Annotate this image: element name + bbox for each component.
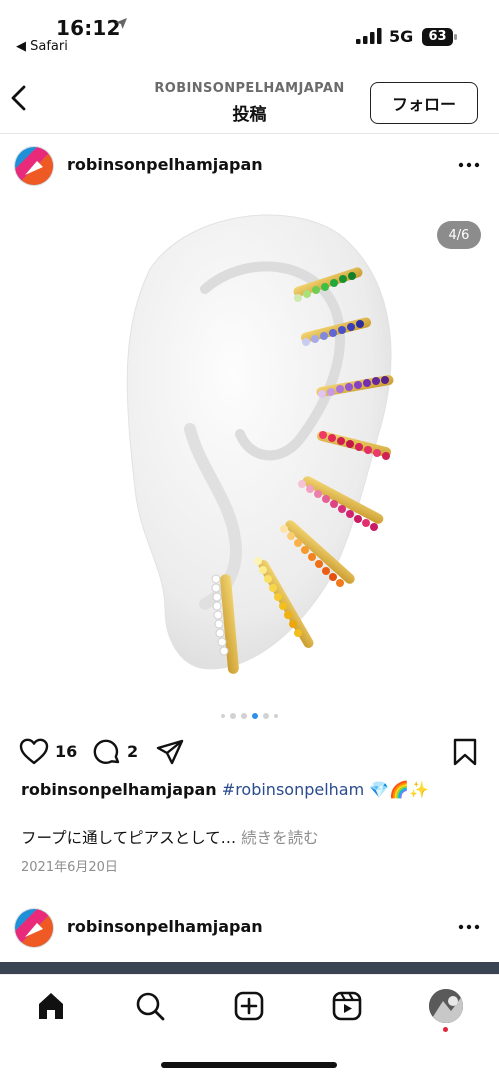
cellular-signal-icon — [356, 28, 382, 44]
search-icon[interactable] — [133, 989, 167, 1023]
battery-percent: 63 — [428, 29, 447, 44]
media-counter-badge: 4/6 — [437, 221, 481, 249]
account-avatar[interactable] — [14, 146, 54, 186]
home-icon[interactable] — [34, 989, 68, 1023]
comment-icon[interactable] — [90, 736, 122, 768]
post-username[interactable]: robinsonpelhamjapan — [67, 155, 263, 174]
send-icon[interactable] — [154, 736, 186, 768]
follow-button[interactable]: フォロー — [370, 82, 478, 124]
home-indicator — [161, 1062, 337, 1068]
brand-logo-icon — [15, 909, 53, 947]
back-to-safari-link[interactable]: ◀ Safari — [16, 39, 68, 54]
status-time: 16:12 — [56, 16, 121, 40]
carousel-dot — [241, 713, 247, 719]
caption-hashtag[interactable]: #robinsonpelham — [222, 780, 364, 799]
create-icon[interactable] — [232, 989, 266, 1023]
bookmark-icon[interactable] — [449, 736, 481, 768]
post-actions: 16 2 — [0, 730, 499, 774]
caption-emoji: 💎🌈✨ — [369, 780, 430, 799]
status-bar: 16:12 ◀ Safari 5G 63 — [0, 0, 499, 62]
caption-username[interactable]: robinsonpelhamjapan — [21, 780, 217, 799]
carousel-indicator — [0, 712, 499, 720]
ear-earrings-image — [126, 214, 394, 674]
network-type: 5G — [389, 27, 414, 46]
post-header: robinsonpelhamjapan — [0, 140, 499, 196]
post-caption: robinsonpelhamjapan #robinsonpelham 💎🌈✨ — [21, 780, 481, 799]
more-options-icon[interactable] — [454, 916, 484, 938]
post-image[interactable]: 4/6 — [0, 199, 499, 699]
next-post-username[interactable]: robinsonpelhamjapan — [67, 917, 263, 936]
profile-photo-icon — [429, 989, 463, 1023]
location-arrow-icon — [116, 18, 127, 29]
brand-logo-icon — [15, 147, 53, 185]
battery-indicator: 63 — [422, 28, 458, 46]
post-date: 2021年6月20日 — [21, 860, 118, 875]
carousel-dot-active — [252, 713, 258, 719]
bottom-tab-bar — [0, 974, 499, 1044]
reels-icon[interactable] — [330, 989, 364, 1023]
post-nav-header: ROBINSONPELHAMJAPAN 投稿 フォロー — [0, 62, 499, 134]
like-count[interactable]: 16 — [55, 742, 77, 761]
next-post-header: robinsonpelhamjapan — [0, 902, 499, 958]
caption-body-text: フープに通してピアスとして… — [21, 829, 237, 847]
carousel-dot — [221, 714, 225, 718]
carousel-dot — [274, 714, 278, 718]
next-post-image-preview — [0, 962, 499, 974]
carousel-dot — [230, 713, 236, 719]
heart-icon[interactable] — [18, 736, 50, 768]
next-post-avatar[interactable] — [14, 908, 54, 948]
notification-dot — [443, 1027, 448, 1032]
caption-body: フープに通してピアスとして… 続きを読む — [21, 826, 319, 848]
more-options-icon[interactable] — [454, 154, 484, 176]
profile-avatar[interactable] — [429, 989, 463, 1023]
comment-count[interactable]: 2 — [127, 742, 138, 761]
carousel-dot — [263, 713, 269, 719]
read-more-link[interactable]: 続きを読む — [241, 829, 319, 847]
